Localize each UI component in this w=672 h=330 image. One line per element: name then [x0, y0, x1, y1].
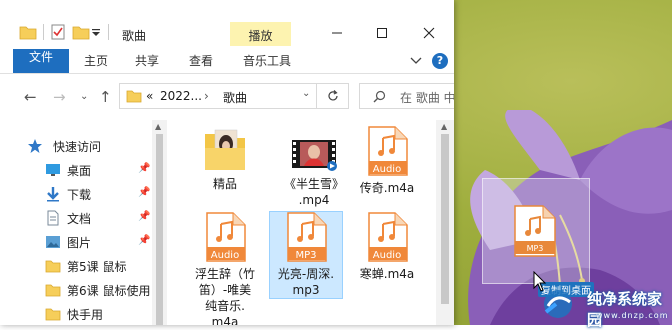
qat-dropdown-icon[interactable]	[90, 24, 102, 40]
pin-icon[interactable]: 📌	[138, 187, 150, 198]
folder-icon	[45, 260, 61, 273]
nav-item-documents[interactable]: 文档 📌	[0, 206, 152, 230]
breadcrumb-segment-parent[interactable]: 2022...	[160, 89, 202, 103]
folder-icon	[45, 284, 61, 297]
recent-locations-chevron-icon[interactable]: ⌄	[80, 91, 88, 102]
file-type-badge: Audio	[372, 250, 402, 261]
pin-icon[interactable]: 📌	[138, 235, 150, 246]
close-button[interactable]	[406, 22, 452, 44]
file-name: 光亮-周深. mp3	[277, 267, 335, 297]
title-bar: 播放 歌曲	[0, 0, 454, 46]
close-icon	[423, 27, 435, 39]
nav-item-folder-kuaishou[interactable]: 快手用	[0, 302, 152, 325]
up-arrow-icon[interactable]: ↑	[99, 88, 112, 106]
minimize-icon	[332, 32, 342, 34]
tab-music-tools[interactable]: 音乐工具	[233, 49, 301, 73]
scroll-up-icon[interactable]: ▲	[441, 122, 447, 131]
navigation-bar: ← → ⌄ ↑ « 2022... › 歌曲 ⌄ 在 歌曲 中	[0, 78, 454, 114]
file-explorer-window: 播放 歌曲 文件 主页 共享 查看 音乐工具 ? ← → ⌄ ↑ « 2022.…	[0, 0, 454, 325]
toolbar-separator	[108, 24, 109, 40]
download-icon	[47, 187, 59, 202]
back-arrow-icon[interactable]: ←	[24, 88, 37, 106]
search-placeholder: 在 歌曲 中	[400, 91, 454, 105]
file-name: 浮生辞（竹 笛）-唯美 纯音乐. m4a	[194, 267, 255, 325]
maximize-button[interactable]	[359, 22, 405, 44]
file-name: 精品	[212, 177, 237, 191]
address-bar[interactable]: « 2022... › 歌曲 ⌄	[119, 83, 349, 109]
scroll-up-icon[interactable]: ▲	[155, 122, 161, 131]
nav-item-downloads[interactable]: 下载 📌	[0, 182, 152, 206]
file-item-audio[interactable]: Audio 浮生辞（竹 笛）-唯美 纯音乐. m4a	[188, 212, 262, 325]
nav-item-label: 第6课 鼠标使用	[67, 284, 151, 298]
quick-access-toolbar	[19, 24, 115, 40]
file-item-folder[interactable]: 精品	[188, 126, 262, 192]
breadcrumb-segment-current[interactable]: 歌曲	[223, 89, 247, 106]
tab-file[interactable]: 文件	[13, 49, 69, 73]
properties-icon[interactable]	[50, 24, 66, 40]
watermark-text: 纯净系统家园	[587, 290, 663, 329]
refresh-button[interactable]	[316, 83, 349, 109]
nav-item-label: 图片	[67, 236, 92, 250]
nav-item-pictures[interactable]: 图片 📌	[0, 230, 152, 254]
minimize-button[interactable]	[314, 22, 360, 44]
address-dropdown-icon[interactable]: ⌄	[302, 88, 310, 99]
file-item-mp3-selected[interactable]: MP3 光亮-周深. mp3	[269, 211, 343, 299]
nav-item-folder-lesson5[interactable]: 第5课 鼠标	[0, 254, 152, 278]
folder-icon	[19, 26, 37, 40]
scrollbar-thumb[interactable]	[156, 134, 163, 325]
tab-share[interactable]: 共享	[127, 49, 167, 73]
expand-ribbon-icon[interactable]	[410, 57, 422, 65]
file-item-video[interactable]: 《半生雪》 .mp4	[277, 126, 351, 208]
file-type-badge: MP3	[295, 250, 317, 261]
scrollbar-thumb[interactable]	[441, 134, 449, 304]
context-tab-group-label: 播放	[248, 29, 273, 43]
file-type-badge: Audio	[210, 250, 240, 261]
folder-with-image-icon	[205, 129, 245, 170]
nav-item-quick-access[interactable]: 快速访问	[0, 134, 152, 158]
document-icon	[47, 210, 59, 226]
tab-home[interactable]: 主页	[76, 49, 116, 73]
nav-item-folder-lesson6[interactable]: 第6课 鼠标使用	[0, 278, 152, 302]
file-type-badge: Audio	[372, 164, 402, 175]
toolbar-separator	[43, 24, 44, 40]
tab-view[interactable]: 查看	[181, 49, 221, 73]
help-button[interactable]: ?	[432, 53, 448, 69]
search-icon	[373, 90, 386, 103]
watermark-url: www.dnzp.com	[596, 311, 669, 320]
nav-item-label: 快速访问	[53, 140, 102, 154]
refresh-icon	[328, 90, 338, 101]
ribbon-tab-bar: 文件 主页 共享 查看 音乐工具 ?	[0, 49, 454, 74]
breadcrumb-prefix[interactable]: «	[146, 89, 153, 103]
nav-pane-scrollbar[interactable]: ▲	[152, 120, 167, 325]
file-name: 《半生雪》 .mp4	[283, 177, 344, 207]
nav-item-label: 第5课 鼠标	[67, 260, 127, 274]
nav-item-label: 下载	[67, 188, 92, 202]
content-scrollbar[interactable]: ▲	[436, 120, 454, 325]
picture-icon	[46, 236, 60, 248]
star-icon	[28, 139, 42, 153]
nav-item-desktop[interactable]: 桌面 📌	[0, 158, 152, 182]
search-box[interactable]: 在 歌曲 中	[359, 83, 454, 109]
nav-item-label: 桌面	[67, 164, 92, 178]
navigation-pane: 快速访问 桌面 📌 下载 📌 文档 📌 图片 📌 第5课 鼠标 第6课 鼠标使用…	[0, 118, 165, 325]
file-name: 传奇.m4a	[359, 181, 415, 195]
forward-arrow-icon[interactable]: →	[53, 88, 66, 106]
nav-item-label: 文档	[67, 212, 92, 226]
file-item-audio[interactable]: Audio 寒蝉.m4a	[350, 212, 424, 282]
folder-icon	[126, 90, 142, 103]
svg-text:MP3: MP3	[527, 244, 544, 253]
desktop-icon	[46, 164, 60, 176]
dragged-mp3-icon: MP3	[513, 205, 557, 260]
window-title: 歌曲	[122, 29, 147, 43]
file-item-audio[interactable]: Audio 传奇.m4a	[350, 126, 424, 196]
video-thumbnail-icon	[292, 140, 337, 171]
nav-item-label: 快手用	[67, 308, 104, 322]
new-folder-icon[interactable]	[72, 24, 90, 40]
folder-icon	[45, 308, 61, 321]
pin-icon[interactable]: 📌	[138, 211, 150, 222]
maximize-icon	[377, 28, 387, 38]
breadcrumb-separator-icon[interactable]: ›	[204, 89, 209, 103]
pin-icon[interactable]: 📌	[138, 163, 150, 174]
file-name: 寒蝉.m4a	[359, 267, 415, 281]
